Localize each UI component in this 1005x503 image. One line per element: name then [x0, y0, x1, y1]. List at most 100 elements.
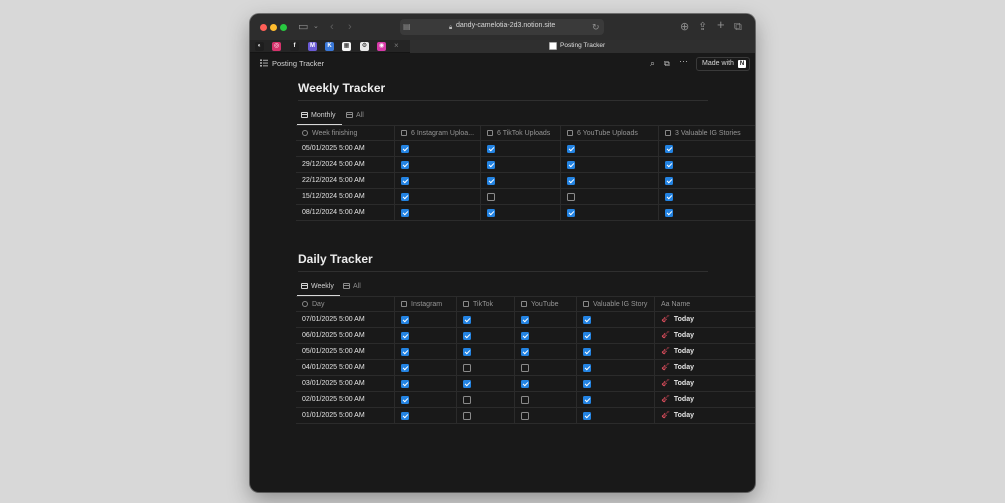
- date-cell[interactable]: 29/12/2024 5:00 AM: [296, 157, 394, 173]
- instagram-icon[interactable]: ◎: [272, 42, 281, 51]
- table-row[interactable]: 15/12/2024 5:00 AM: [296, 189, 755, 205]
- search-icon[interactable]: ⌕: [650, 58, 655, 69]
- checkbox-checked[interactable]: [463, 380, 471, 388]
- checkbox-checked[interactable]: [463, 316, 471, 324]
- active-tab[interactable]: Posting Tracker: [410, 40, 755, 53]
- name-cell[interactable]: 🎸︎ Today: [654, 360, 755, 376]
- name-cell[interactable]: 🎸︎ Today: [654, 312, 755, 328]
- checkbox-checked[interactable]: [665, 177, 673, 185]
- more-options-icon[interactable]: ···: [679, 56, 688, 66]
- name-cell[interactable]: 🎸︎ Today: [654, 408, 755, 424]
- checkbox-checked[interactable]: [401, 316, 409, 324]
- checkbox-checked[interactable]: [487, 177, 495, 185]
- checkbox-checked[interactable]: [521, 348, 529, 356]
- checkbox-checked[interactable]: [583, 316, 591, 324]
- checkbox-checked[interactable]: [567, 161, 575, 169]
- column-header-week-finishing[interactable]: Week finishing: [296, 126, 394, 142]
- view-tab-all[interactable]: All: [343, 283, 361, 290]
- checkbox-unchecked[interactable]: [521, 412, 529, 420]
- table-row[interactable]: 07/01/2025 5:00 AM 🎸︎ Today: [296, 312, 755, 328]
- table-row[interactable]: 03/01/2025 5:00 AM 🎸︎ Today: [296, 376, 755, 392]
- checkbox-checked[interactable]: [665, 209, 673, 217]
- checkbox-checked[interactable]: [463, 348, 471, 356]
- column-header-instagram[interactable]: Instagram: [394, 297, 456, 313]
- checkbox-checked[interactable]: [583, 332, 591, 340]
- chatgpt-icon[interactable]: ⚙: [360, 42, 369, 51]
- checkbox-checked[interactable]: [401, 364, 409, 372]
- checkbox-checked[interactable]: [487, 209, 495, 217]
- grid-app-icon[interactable]: ▦: [342, 42, 351, 51]
- column-header-aa-name[interactable]: Aa Name: [654, 297, 755, 313]
- checkbox-checked[interactable]: [401, 348, 409, 356]
- column-header-6-tiktok-uploads[interactable]: 6 TikTok Uploads: [480, 126, 560, 142]
- pink-circle-icon[interactable]: ◉: [377, 42, 386, 51]
- column-header-3-valuable-ig-stories[interactable]: 3 Valuable IG Stories: [658, 126, 755, 142]
- zoom-window-button[interactable]: [280, 24, 287, 31]
- date-cell[interactable]: 22/12/2024 5:00 AM: [296, 173, 394, 189]
- back-icon[interactable]: ‹: [330, 20, 334, 34]
- column-header-valuable-ig-story[interactable]: Valuable IG Story: [576, 297, 654, 313]
- forward-icon[interactable]: ›: [348, 20, 352, 34]
- tab-overview-icon[interactable]: ⧉: [734, 20, 742, 34]
- table-row[interactable]: 01/01/2025 5:00 AM 🎸︎ Today: [296, 408, 755, 424]
- date-cell[interactable]: 05/01/2025 5:00 AM: [296, 344, 394, 360]
- checkbox-checked[interactable]: [401, 209, 409, 217]
- checkbox-checked[interactable]: [401, 332, 409, 340]
- made-with-notion-button[interactable]: Made with N: [696, 57, 750, 71]
- address-bar[interactable]: ▤ 🔒︎ dandy-camelotia-2d3.notion.site ↻: [400, 19, 604, 35]
- sidebar-icon[interactable]: ▭: [298, 20, 308, 34]
- checkbox-checked[interactable]: [583, 364, 591, 372]
- checkbox-checked[interactable]: [583, 348, 591, 356]
- f-app-icon[interactable]: f: [290, 42, 299, 51]
- name-cell[interactable]: 🎸︎ Today: [654, 392, 755, 408]
- checkbox-checked[interactable]: [487, 161, 495, 169]
- checkbox-checked[interactable]: [665, 161, 673, 169]
- checkbox-checked[interactable]: [401, 177, 409, 185]
- checkbox-unchecked[interactable]: [521, 396, 529, 404]
- table-row[interactable]: 04/01/2025 5:00 AM 🎸︎ Today: [296, 360, 755, 376]
- column-header-6-youtube-uploads[interactable]: 6 YouTube Uploads: [560, 126, 658, 142]
- checkbox-checked[interactable]: [521, 316, 529, 324]
- minimize-window-button[interactable]: [270, 24, 277, 31]
- checkbox-checked[interactable]: [463, 332, 471, 340]
- m-logo-icon[interactable]: M: [308, 42, 317, 51]
- checkbox-checked[interactable]: [567, 177, 575, 185]
- date-cell[interactable]: 05/01/2025 5:00 AM: [296, 141, 394, 157]
- checkbox-unchecked[interactable]: [463, 396, 471, 404]
- reload-icon[interactable]: ↻: [592, 20, 600, 34]
- date-cell[interactable]: 06/01/2025 5:00 AM: [296, 328, 394, 344]
- duplicate-icon[interactable]: ⧉: [664, 59, 670, 69]
- date-cell[interactable]: 15/12/2024 5:00 AM: [296, 189, 394, 205]
- checkbox-unchecked[interactable]: [487, 193, 495, 201]
- close-tab-icon[interactable]: ×: [394, 41, 399, 50]
- column-header-day[interactable]: Day: [296, 297, 394, 313]
- date-cell[interactable]: 07/01/2025 5:00 AM: [296, 312, 394, 328]
- date-cell[interactable]: 03/01/2025 5:00 AM: [296, 376, 394, 392]
- column-header-6-instagram-uploa[interactable]: 6 Instagram Uploa...: [394, 126, 480, 142]
- name-cell[interactable]: 🎸︎ Today: [654, 328, 755, 344]
- checkbox-checked[interactable]: [521, 332, 529, 340]
- checkbox-checked[interactable]: [521, 380, 529, 388]
- view-tab-monthly[interactable]: Monthly: [301, 112, 336, 119]
- checkbox-checked[interactable]: [583, 412, 591, 420]
- view-tab-all[interactable]: All: [346, 112, 364, 119]
- checkbox-unchecked[interactable]: [463, 364, 471, 372]
- column-header-youtube[interactable]: YouTube: [514, 297, 576, 313]
- table-row[interactable]: 29/12/2024 5:00 AM: [296, 157, 755, 173]
- name-cell[interactable]: 🎸︎ Today: [654, 376, 755, 392]
- date-cell[interactable]: 02/01/2025 5:00 AM: [296, 392, 394, 408]
- app-dark-icon[interactable]: ◐: [255, 42, 264, 51]
- checkbox-checked[interactable]: [401, 145, 409, 153]
- checkbox-checked[interactable]: [583, 396, 591, 404]
- checkbox-checked[interactable]: [401, 412, 409, 420]
- checkbox-checked[interactable]: [487, 145, 495, 153]
- close-window-button[interactable]: [260, 24, 267, 31]
- table-row[interactable]: 05/01/2025 5:00 AM 🎸︎ Today: [296, 344, 755, 360]
- checkbox-checked[interactable]: [665, 193, 673, 201]
- checkbox-checked[interactable]: [583, 380, 591, 388]
- checkbox-unchecked[interactable]: [521, 364, 529, 372]
- table-row[interactable]: 05/01/2025 5:00 AM: [296, 141, 755, 157]
- name-cell[interactable]: 🎸︎ Today: [654, 344, 755, 360]
- checkbox-checked[interactable]: [401, 380, 409, 388]
- share-icon[interactable]: ⇪: [698, 20, 707, 34]
